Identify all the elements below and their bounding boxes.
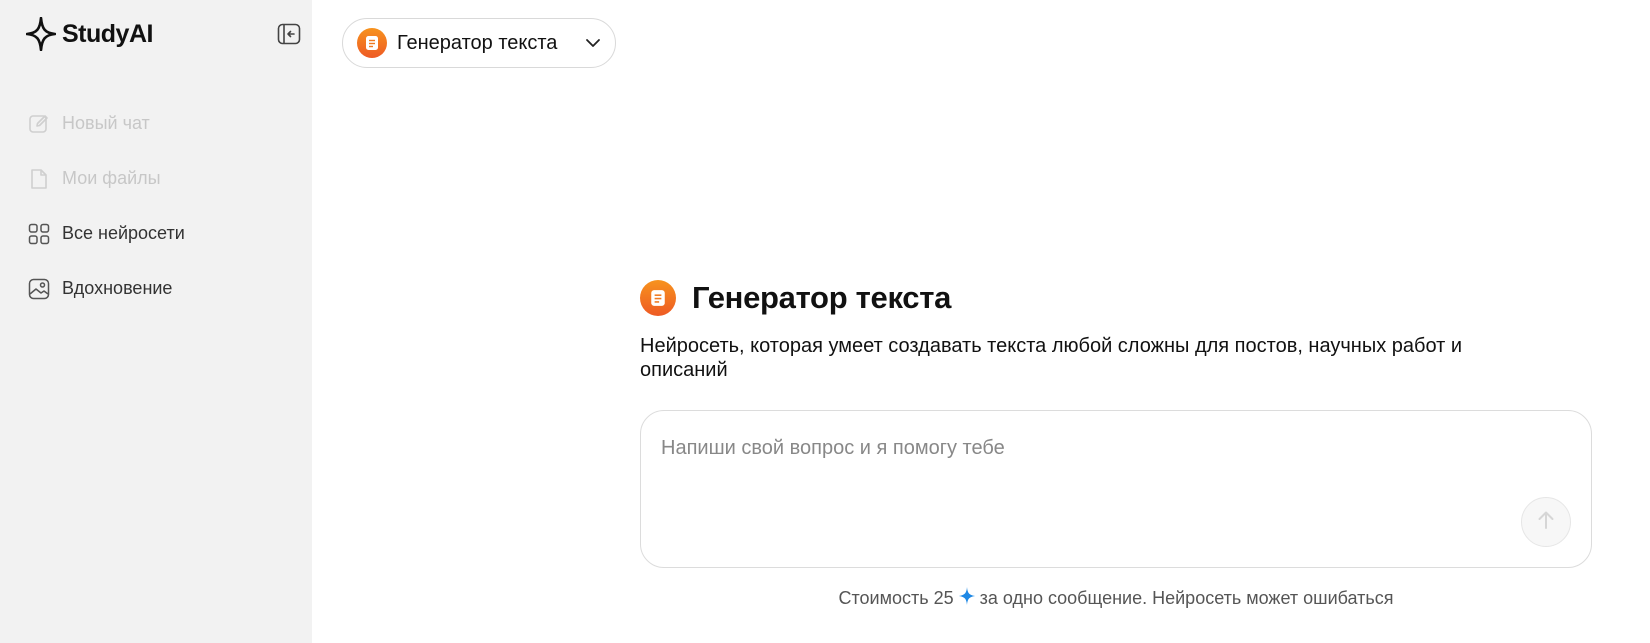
sidebar-item-label: Новый чат bbox=[62, 113, 150, 133]
sidebar-item-all-networks[interactable]: Все нейросети bbox=[28, 206, 298, 261]
cost-prefix: Стоимость 25 bbox=[838, 588, 954, 608]
sparkle-icon bbox=[958, 586, 976, 611]
sidebar-item-my-files[interactable]: Мои файлы bbox=[28, 151, 298, 206]
brand-name: StudyAI bbox=[62, 19, 153, 48]
grid-icon bbox=[28, 223, 50, 245]
document-icon bbox=[640, 280, 676, 316]
sidebar-item-label: Мои файлы bbox=[62, 168, 161, 188]
sparkle-star-icon bbox=[26, 17, 56, 51]
document-icon bbox=[357, 28, 387, 58]
sidebar-collapse-icon bbox=[277, 23, 301, 50]
send-button[interactable] bbox=[1521, 497, 1571, 547]
file-icon bbox=[28, 168, 50, 190]
hero-title-row: Генератор текста bbox=[640, 280, 1600, 316]
cost-suffix: за одно сообщение. Нейросеть может ошиба… bbox=[979, 588, 1394, 608]
model-selector-label: Генератор текста bbox=[397, 31, 558, 54]
cost-footnote: Стоимость 25 за одно сообщение. Нейросеть… bbox=[640, 586, 1592, 611]
sidebar-item-new-chat[interactable]: Новый чат bbox=[28, 96, 298, 151]
edit-icon bbox=[28, 113, 50, 135]
message-input[interactable] bbox=[661, 437, 1541, 497]
sidebar-item-label: Вдохновение bbox=[62, 278, 173, 298]
sidebar-collapse-button[interactable] bbox=[276, 23, 302, 50]
app-root: StudyAI Новый чат Мои файлы Все нейросет… bbox=[0, 0, 1650, 643]
sidebar-item-inspiration[interactable]: Вдохновение bbox=[28, 261, 298, 316]
page-description: Нейросеть, которая умеет создавать текст… bbox=[640, 335, 1463, 381]
message-composer bbox=[640, 410, 1592, 568]
sidebar: StudyAI Новый чат Мои файлы Все нейросет… bbox=[0, 0, 312, 643]
chevron-down-icon bbox=[585, 38, 601, 48]
brand-logo[interactable]: StudyAI bbox=[26, 17, 153, 51]
sidebar-item-label: Все нейросети bbox=[62, 223, 185, 243]
image-icon bbox=[28, 278, 50, 300]
hero: Генератор текста Нейросеть, которая умее… bbox=[640, 280, 1600, 382]
page-title: Генератор текста bbox=[692, 280, 952, 315]
sidebar-nav: Новый чат Мои файлы Все нейросети Вдохно… bbox=[28, 96, 298, 316]
model-selector-dropdown[interactable]: Генератор текста bbox=[342, 18, 616, 68]
main-area: Генератор текста Генератор текста Нейрос… bbox=[312, 0, 1650, 643]
arrow-up-icon bbox=[1535, 509, 1557, 536]
